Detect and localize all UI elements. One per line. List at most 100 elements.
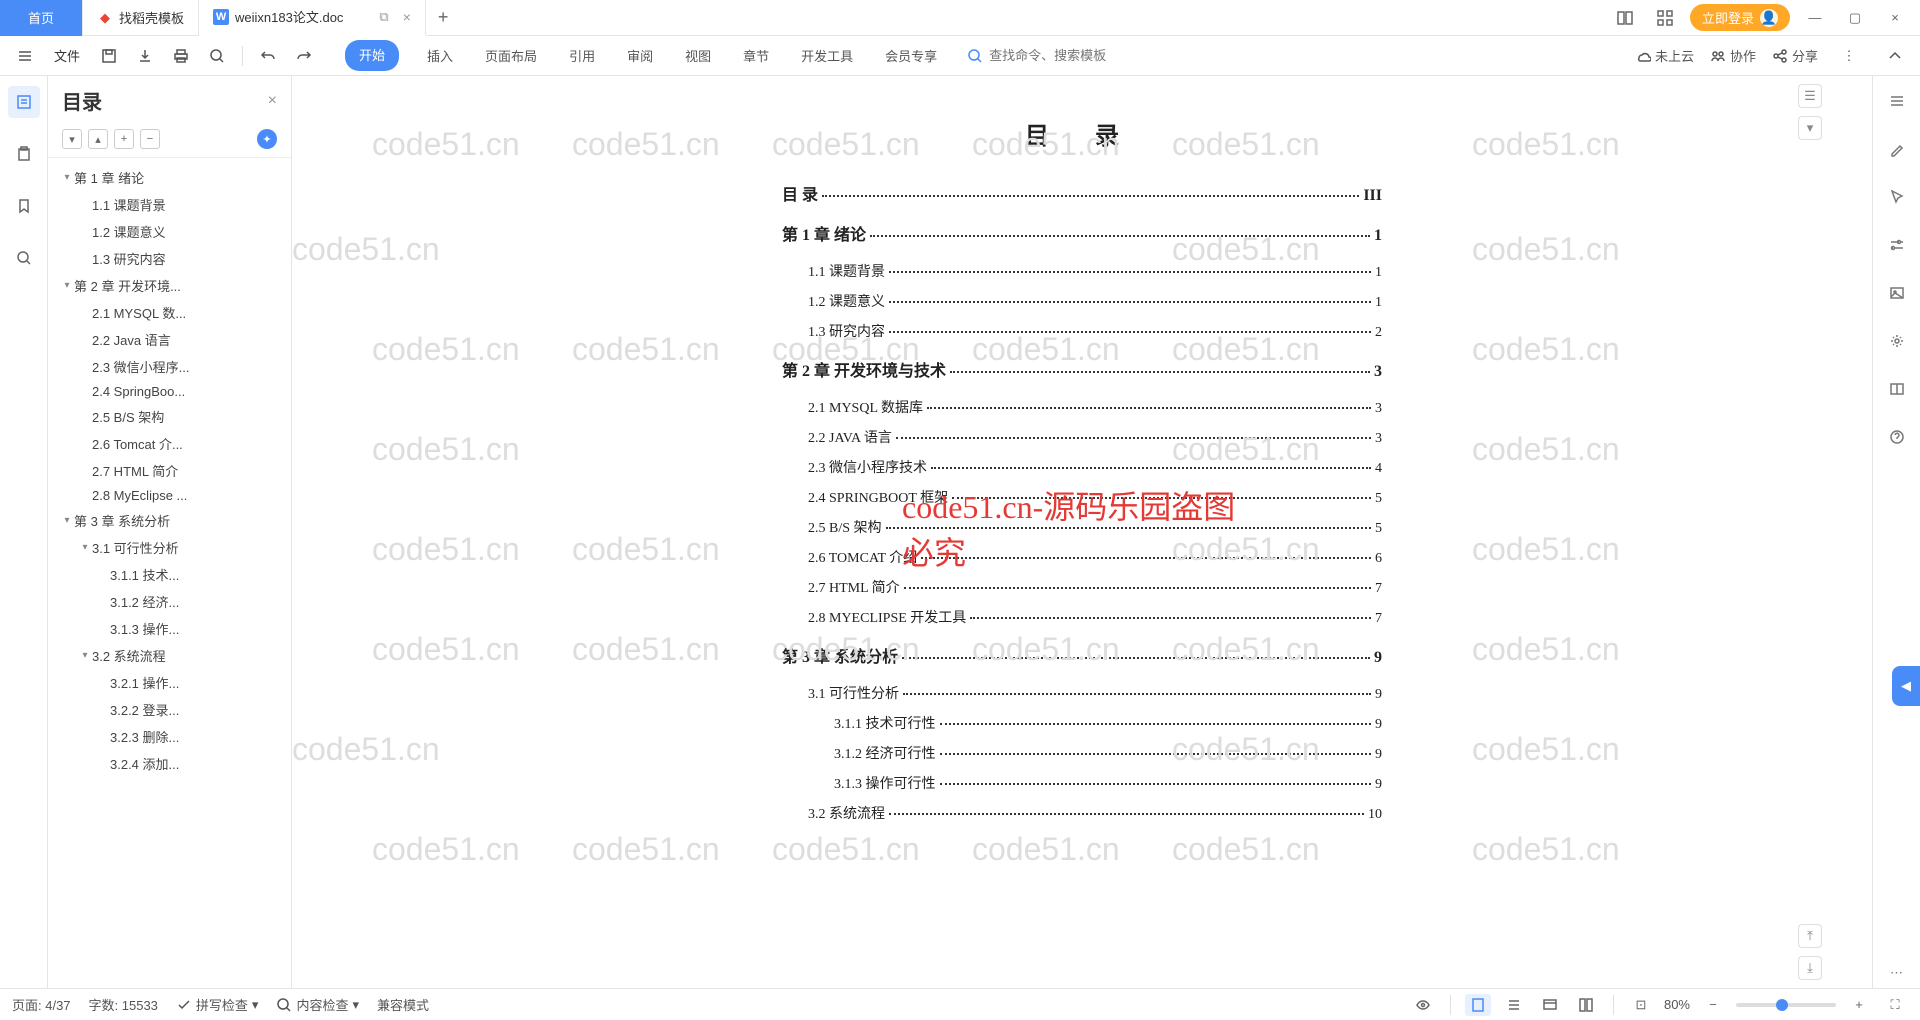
toc-row[interactable]: 目 录III: [782, 181, 1382, 205]
outline-view-icon[interactable]: [1501, 994, 1527, 1016]
outline-icon[interactable]: [8, 86, 40, 118]
tab-home[interactable]: 首页: [0, 0, 83, 36]
menu-icon[interactable]: [10, 41, 40, 71]
page-indicator[interactable]: 页面: 4/37: [12, 995, 71, 1014]
edit-icon[interactable]: [1882, 134, 1912, 164]
gear-icon[interactable]: [1882, 326, 1912, 356]
toc-row[interactable]: 3.1 可行性分析9: [782, 683, 1382, 703]
toc-row[interactable]: 3.1.1 技术可行性9: [782, 713, 1382, 733]
compat-mode[interactable]: 兼容模式: [377, 995, 429, 1014]
zoom-slider[interactable]: [1736, 1003, 1836, 1007]
preview-icon[interactable]: [202, 41, 232, 71]
outline-item[interactable]: 2.1 MYSQL 数...: [48, 299, 291, 326]
eye-icon[interactable]: [1410, 994, 1436, 1016]
remove-level-icon[interactable]: −: [140, 129, 160, 149]
outline-item[interactable]: 2.6 Tomcat 介...: [48, 430, 291, 457]
ribbon-tab-insert[interactable]: 插入: [423, 40, 457, 71]
more-icon[interactable]: ⋮: [1834, 41, 1864, 71]
toc-row[interactable]: 2.1 MYSQL 数据库3: [782, 397, 1382, 417]
dropdown-toggle-icon[interactable]: ▾: [1798, 116, 1822, 140]
login-button[interactable]: 立即登录 👤: [1690, 4, 1790, 31]
toc-row[interactable]: 3.1.2 经济可行性9: [782, 743, 1382, 763]
grid-icon[interactable]: [1650, 3, 1680, 33]
image-icon[interactable]: [1882, 278, 1912, 308]
ribbon-tab-start[interactable]: 开始: [345, 40, 399, 71]
ribbon-tab-devtools[interactable]: 开发工具: [797, 40, 857, 71]
minimize-button[interactable]: —: [1800, 3, 1830, 33]
file-menu[interactable]: 文件: [54, 46, 80, 65]
outline-item[interactable]: 2.4 SpringBoo...: [48, 380, 291, 403]
share-button[interactable]: 分享: [1772, 46, 1818, 65]
outline-item[interactable]: 3.1.1 技术...: [48, 561, 291, 588]
ai-handle[interactable]: ◀: [1892, 666, 1920, 706]
outline-item[interactable]: 2.8 MyEclipse ...: [48, 484, 291, 507]
close-icon[interactable]: ×: [403, 9, 411, 25]
expand-all-icon[interactable]: ▴: [88, 129, 108, 149]
toc-row[interactable]: 第 3 章 系统分析9: [782, 643, 1382, 667]
toc-row[interactable]: 3.2 系统流程10: [782, 803, 1382, 823]
ribbon-tab-view[interactable]: 视图: [681, 40, 715, 71]
word-count[interactable]: 字数: 15533: [89, 995, 158, 1014]
add-level-icon[interactable]: +: [114, 129, 134, 149]
outline-item[interactable]: ▾第 1 章 绪论: [48, 164, 291, 191]
outline-item[interactable]: 2.7 HTML 简介: [48, 457, 291, 484]
menu-icon[interactable]: [1882, 86, 1912, 116]
toc-row[interactable]: 2.8 MYECLIPSE 开发工具7: [782, 607, 1382, 627]
outline-item[interactable]: 1.1 课题背景: [48, 191, 291, 218]
toc-row[interactable]: 2.2 JAVA 语言3: [782, 427, 1382, 447]
collab-button[interactable]: 协作: [1710, 46, 1756, 65]
toc-row[interactable]: 1.2 课题意义1: [782, 291, 1382, 311]
toc-row[interactable]: 1.3 研究内容2: [782, 321, 1382, 341]
read-icon[interactable]: [1882, 374, 1912, 404]
outline-item[interactable]: 3.2.2 登录...: [48, 696, 291, 723]
toc-row[interactable]: 3.1.3 操作可行性9: [782, 773, 1382, 793]
search-icon[interactable]: [8, 242, 40, 274]
toc-row[interactable]: 1.1 课题背景1: [782, 261, 1382, 281]
fit-width-icon[interactable]: ⊡: [1628, 994, 1654, 1016]
outline-item[interactable]: 3.1.3 操作...: [48, 615, 291, 642]
tab-document[interactable]: W weiixn183论文.doc ⧉ ×: [199, 0, 426, 36]
toc-row[interactable]: 2.3 微信小程序技术4: [782, 457, 1382, 477]
ribbon-tab-references[interactable]: 引用: [565, 40, 599, 71]
outline-item[interactable]: 3.2.3 删除...: [48, 723, 291, 750]
outline-item[interactable]: ▾第 3 章 系统分析: [48, 507, 291, 534]
spellcheck-button[interactable]: 拼写检查 ▾: [176, 995, 259, 1014]
maximize-button[interactable]: ▢: [1840, 3, 1870, 33]
close-button[interactable]: ×: [1880, 3, 1910, 33]
search-input[interactable]: [989, 48, 1149, 63]
content-check-button[interactable]: 内容检查 ▾: [276, 995, 359, 1014]
tab-add-button[interactable]: +: [426, 7, 461, 28]
ribbon-tab-review[interactable]: 审阅: [623, 40, 657, 71]
command-search[interactable]: [967, 48, 1149, 64]
cloud-status[interactable]: 未上云: [1635, 46, 1694, 65]
outline-item[interactable]: 3.2.1 操作...: [48, 669, 291, 696]
page-down-icon[interactable]: ⤓: [1798, 956, 1822, 980]
collapse-all-icon[interactable]: ▾: [62, 129, 82, 149]
outline-item[interactable]: 1.2 课题意义: [48, 218, 291, 245]
ribbon-tab-chapter[interactable]: 章节: [739, 40, 773, 71]
scroll-top-icon[interactable]: ☰: [1798, 84, 1822, 108]
tab-popout-icon[interactable]: ⧉: [379, 9, 388, 25]
web-view-icon[interactable]: [1537, 994, 1563, 1016]
close-panel-icon[interactable]: ×: [268, 92, 277, 110]
outline-item[interactable]: 3.1.2 经济...: [48, 588, 291, 615]
ribbon-tab-member[interactable]: 会员专享: [881, 40, 941, 71]
zoom-out-button[interactable]: −: [1700, 994, 1726, 1016]
toc-row[interactable]: 第 2 章 开发环境与技术3: [782, 357, 1382, 381]
help-icon[interactable]: [1882, 422, 1912, 452]
ribbon-tab-layout[interactable]: 页面布局: [481, 40, 541, 71]
export-icon[interactable]: [130, 41, 160, 71]
outline-item[interactable]: ▾3.1 可行性分析: [48, 534, 291, 561]
outline-item[interactable]: 2.3 微信小程序...: [48, 353, 291, 380]
page-up-icon[interactable]: ⤒: [1798, 924, 1822, 948]
clipboard-icon[interactable]: [8, 138, 40, 170]
more-tools-icon[interactable]: ⋯: [1882, 958, 1912, 988]
outline-item[interactable]: 3.2.4 添加...: [48, 750, 291, 777]
page-view-icon[interactable]: [1465, 994, 1491, 1016]
redo-icon[interactable]: [289, 41, 319, 71]
outline-item[interactable]: ▾第 2 章 开发环境...: [48, 272, 291, 299]
outline-item[interactable]: 2.5 B/S 架构: [48, 403, 291, 430]
fullscreen-icon[interactable]: ⛶: [1882, 994, 1908, 1016]
document-area[interactable]: 目 录 目 录III第 1 章 绪论11.1 课题背景11.2 课题意义11.3…: [292, 76, 1872, 988]
zoom-value[interactable]: 80%: [1664, 997, 1690, 1012]
